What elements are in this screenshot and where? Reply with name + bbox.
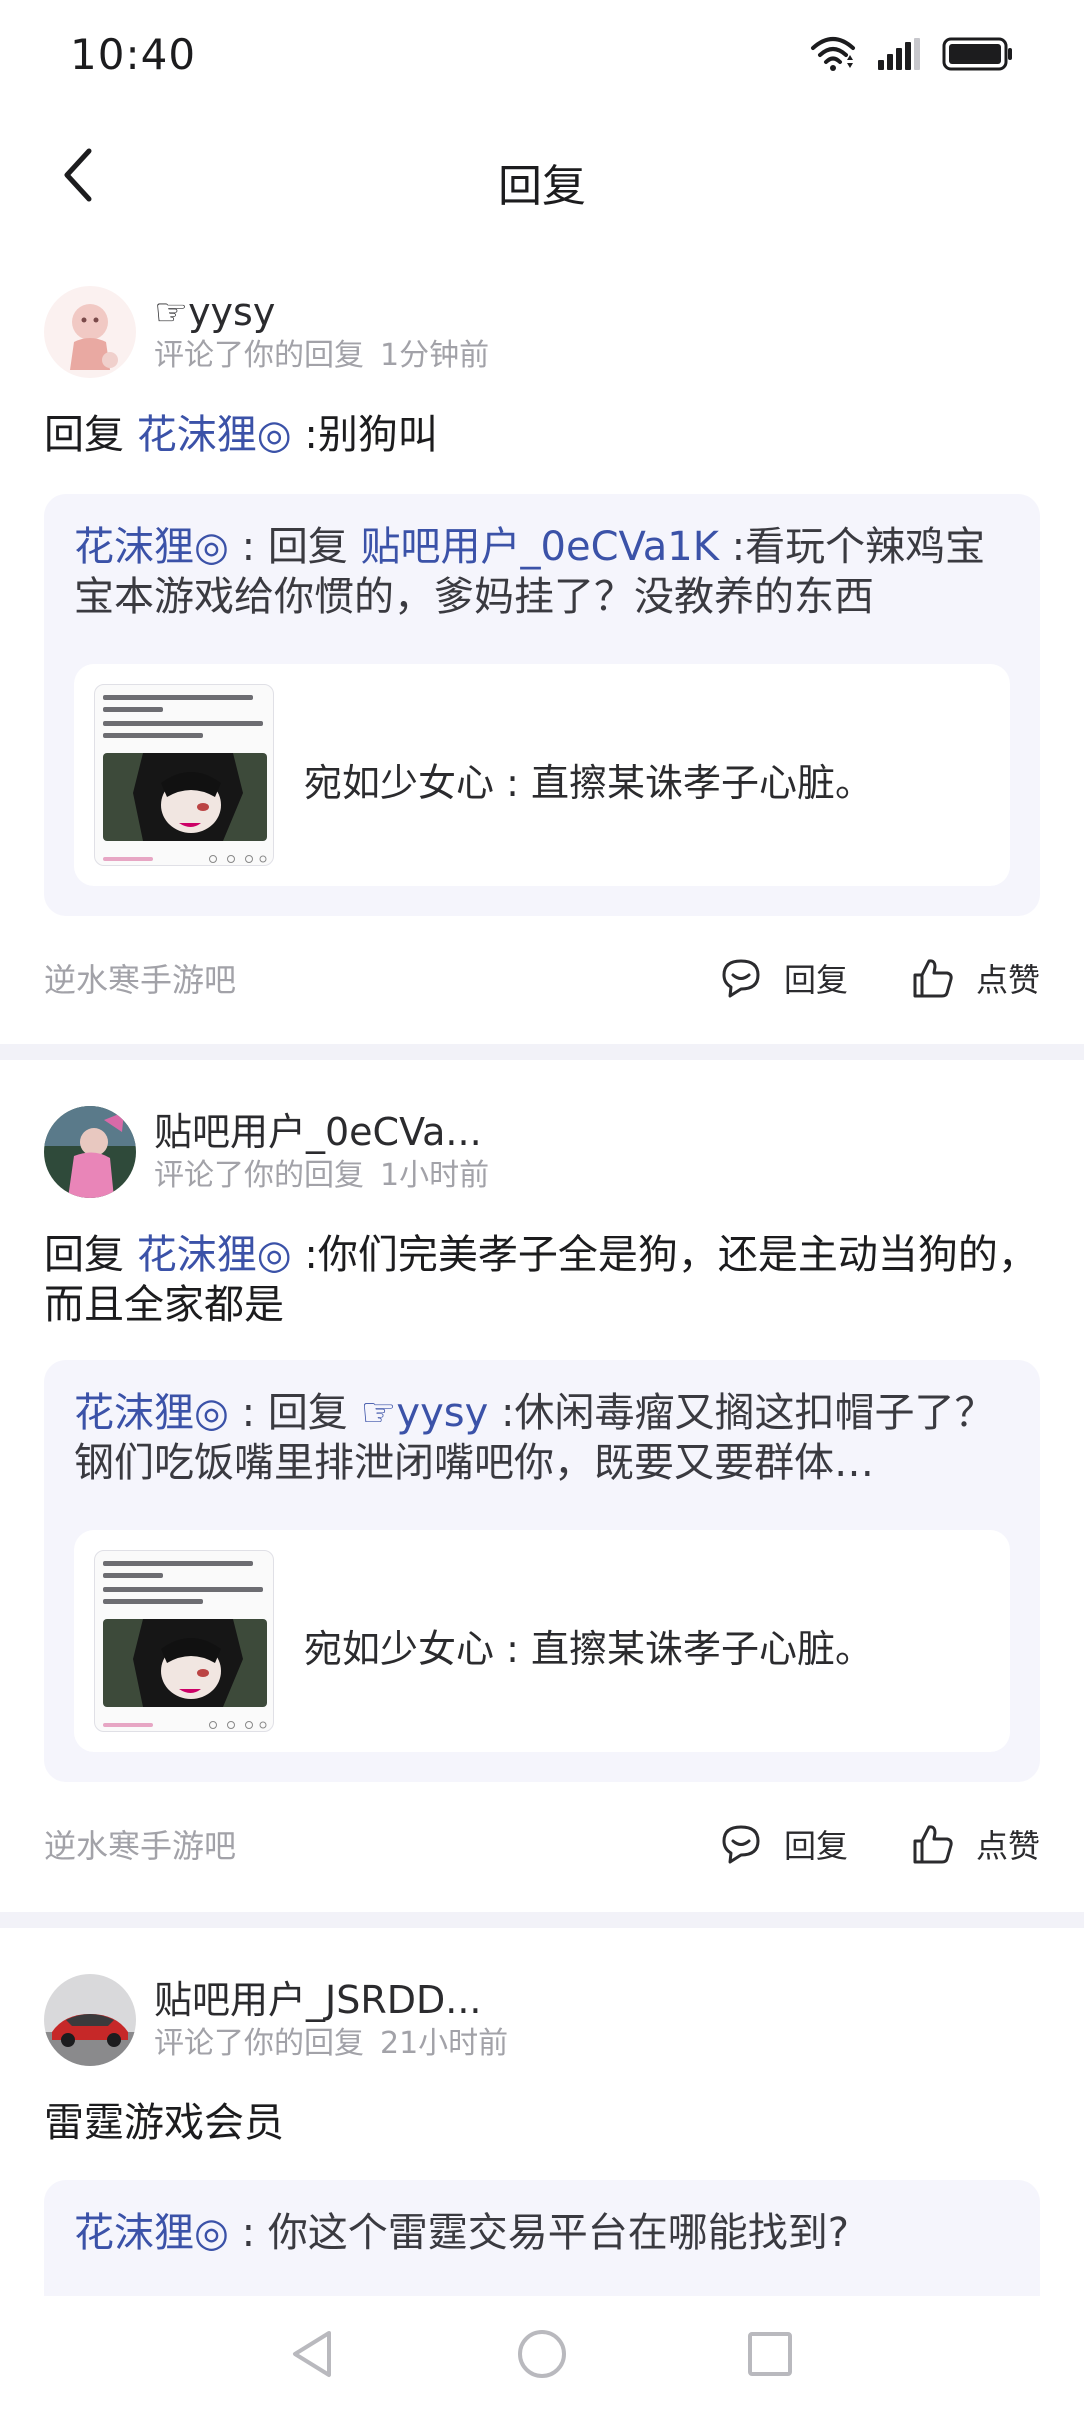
user-meta: 评论了你的回复 1小时前	[154, 1156, 489, 1196]
card-actions: 回复 点赞	[718, 1821, 1040, 1867]
quote-author[interactable]: 花沫狸◎	[74, 1390, 229, 1436]
reply-body: :别狗叫	[291, 412, 438, 458]
user-meta: 评论了你的回复 21小时前	[154, 2024, 508, 2064]
action-text: 评论了你的回复	[154, 2026, 364, 2061]
user-meta: 评论了你的回复 1分钟前	[154, 336, 489, 376]
quote-mention[interactable]: ☞yysy	[361, 1390, 489, 1436]
quote-mention[interactable]: 贴吧用户_0eCVa1K	[361, 524, 719, 570]
like-button[interactable]: 点赞	[910, 955, 1040, 1001]
reply-button[interactable]: 回复	[718, 1821, 848, 1867]
comment-icon	[722, 1825, 760, 1864]
forum-name[interactable]: 逆水寒手游吧	[44, 955, 236, 1001]
reply-text: 回复 花沫狸◎ :别狗叫	[44, 410, 1044, 460]
home-circle-icon	[518, 2330, 566, 2378]
quote-box[interactable]: 花沫狸◎ : 回复 贴吧用户_0eCVa1K :看玩个辣鸡宝宝本游戏给你惯的，爹…	[44, 494, 1040, 916]
thumbs-up-icon	[913, 959, 953, 998]
divider	[0, 1044, 1084, 1060]
reply-label: 回复	[783, 961, 848, 999]
reply-card[interactable]: ☞yysy 评论了你的回复 1分钟前 回复 花沫狸◎ :别狗叫 花沫狸◎ : 回复…	[0, 240, 1084, 1046]
recents-square-icon	[748, 2332, 792, 2376]
nav-bar: 回复	[0, 110, 1084, 240]
like-label: 点赞	[975, 961, 1040, 999]
quote-sep: : 回复	[228, 524, 361, 570]
system-back-button[interactable]	[282, 2324, 342, 2384]
quote-text: 花沫狸◎ : 回复 贴吧用户_0eCVa1K :看玩个辣鸡宝宝本游戏给你惯的，爹…	[74, 522, 1014, 622]
like-button[interactable]: 点赞	[910, 1821, 1040, 1867]
user-row: 贴吧用户_0eCVa... 评论了你的回复 1小时前	[44, 1102, 489, 1202]
back-triangle-icon	[293, 2331, 331, 2377]
quote-box[interactable]: 花沫狸◎ : 回复 ☞yysy :休闲毒瘤又搁这扣帽子了？钢们吃饭嘴里排泄闭嘴吧…	[44, 1360, 1040, 1782]
avatar[interactable]	[44, 1974, 136, 2066]
original-post-card[interactable]: 宛如少女心 : 直擦某诛孝子心脏。	[74, 664, 1010, 886]
quote-sep: : 回复	[228, 1390, 361, 1436]
user-name[interactable]: ☞yysy	[154, 288, 489, 336]
comment-icon	[722, 959, 760, 998]
card-footer: 逆水寒手游吧 回复 点赞	[44, 1814, 1040, 1874]
user-name[interactable]: 贴吧用户_0eCVa...	[154, 1108, 489, 1156]
user-name[interactable]: 贴吧用户_JSRDD...	[154, 1976, 508, 2024]
reply-button[interactable]: 回复	[718, 955, 848, 1001]
avatar[interactable]	[44, 1106, 136, 1198]
action-text: 评论了你的回复	[154, 338, 364, 373]
quote-text: 花沫狸◎ : 你这个雷霆交易平台在哪能找到?	[74, 2208, 1014, 2258]
quote-author[interactable]: 花沫狸◎	[74, 2210, 229, 2256]
user-info: 贴吧用户_0eCVa... 评论了你的回复 1小时前	[154, 1108, 489, 1196]
original-post-card[interactable]: 宛如少女心 : 直擦某诛孝子心脏。	[74, 1530, 1010, 1752]
post-thumbnail	[94, 684, 274, 866]
user-row: ☞yysy 评论了你的回复 1分钟前	[44, 282, 489, 382]
wifi-icon	[811, 37, 855, 71]
original-post-text: 宛如少女心 : 直擦某诛孝子心脏。	[304, 761, 873, 805]
reply-text: 回复 花沫狸◎ :你们完美孝子全是狗，还是主动当狗的，而且全家都是	[44, 1230, 1044, 1330]
signal-icon	[878, 38, 920, 70]
avatar[interactable]	[44, 286, 136, 378]
reply-label: 回复	[783, 1827, 848, 1865]
user-info: ☞yysy 评论了你的回复 1分钟前	[154, 288, 489, 376]
user-row: 贴吧用户_JSRDD... 评论了你的回复 21小时前	[44, 1970, 508, 2070]
reply-prefix: 回复	[44, 1232, 137, 1278]
timestamp: 1分钟前	[380, 338, 490, 373]
user-info: 贴吧用户_JSRDD... 评论了你的回复 21小时前	[154, 1976, 508, 2064]
system-nav-bar	[0, 2296, 1084, 2412]
battery-icon	[942, 37, 1012, 71]
card-footer: 逆水寒手游吧 回复 点赞	[44, 948, 1040, 1008]
post-thumbnail	[94, 1550, 274, 1732]
quote-author[interactable]: 花沫狸◎	[74, 524, 229, 570]
system-home-button[interactable]	[512, 2324, 572, 2384]
status-time: 10:40	[70, 30, 197, 79]
action-text: 评论了你的回复	[154, 1158, 364, 1193]
quote-body: 你这个雷霆交易平台在哪能找到?	[267, 2210, 850, 2256]
quote-box[interactable]: 花沫狸◎ : 你这个雷霆交易平台在哪能找到?	[44, 2180, 1040, 2296]
quote-sep: :	[228, 2210, 268, 2256]
like-label: 点赞	[975, 1827, 1040, 1865]
thumbs-up-icon	[913, 1825, 953, 1864]
reply-text: 雷霆游戏会员	[44, 2100, 284, 2146]
forum-name[interactable]: 逆水寒手游吧	[44, 1821, 236, 1867]
card-actions: 回复 点赞	[718, 955, 1040, 1001]
reply-card[interactable]: 贴吧用户_JSRDD... 评论了你的回复 21小时前 雷霆游戏会员 花沫狸◎ :…	[0, 1928, 1084, 2296]
original-post-text: 宛如少女心 : 直擦某诛孝子心脏。	[304, 1627, 873, 1671]
system-recents-button[interactable]	[740, 2324, 800, 2384]
timestamp: 21小时前	[380, 2026, 509, 2061]
page-title: 回复	[498, 161, 586, 212]
status-icons	[810, 36, 1014, 72]
reply-prefix: 回复	[44, 412, 137, 458]
reply-mention[interactable]: 花沫狸◎	[137, 1232, 292, 1278]
reply-mention[interactable]: 花沫狸◎	[137, 412, 292, 458]
reply-card[interactable]: 贴吧用户_0eCVa... 评论了你的回复 1小时前 回复 花沫狸◎ :你们完美孝…	[0, 1060, 1084, 1912]
timestamp: 1小时前	[380, 1158, 490, 1193]
quote-text: 花沫狸◎ : 回复 ☞yysy :休闲毒瘤又搁这扣帽子了？钢们吃饭嘴里排泄闭嘴吧…	[74, 1388, 1014, 1488]
status-bar: 10:40	[0, 0, 1084, 110]
divider	[0, 1912, 1084, 1928]
